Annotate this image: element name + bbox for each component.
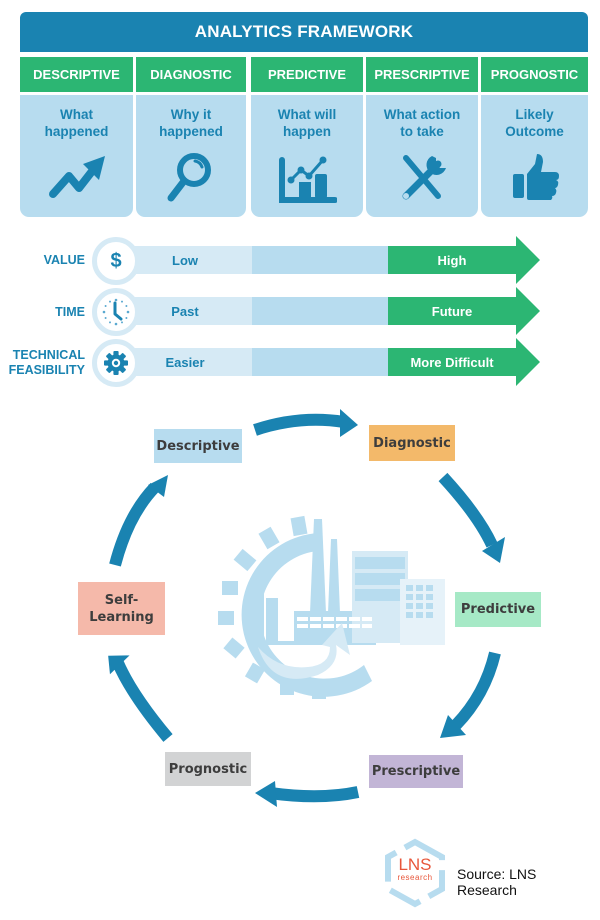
cycle-step-label: Descriptive	[156, 438, 240, 454]
tools-icon	[402, 155, 446, 200]
column-prognostic: PROGNOSTIC Likely Outcome	[481, 57, 588, 217]
cycle-step-label: Diagnostic	[373, 435, 451, 451]
cycle-arrow-descriptive-to-diagnostic	[253, 413, 345, 436]
lns-logo-text: LNS	[398, 855, 432, 874]
magnifier-icon	[167, 153, 211, 202]
column-line1: Likely	[515, 107, 554, 122]
column-title: DIAGNOSTIC	[136, 57, 246, 92]
scale-high-value: High	[437, 252, 467, 268]
column-body: Why it happened	[136, 95, 246, 217]
column-line2: happened	[44, 124, 109, 139]
column-diagnostic: DIAGNOSTIC Why it happened	[136, 57, 246, 217]
column-line2: happen	[282, 124, 331, 139]
dollar-glyph: $	[110, 249, 122, 272]
cycle-step-label: Prescriptive	[371, 764, 461, 779]
column-descriptive: DESCRIPTIVE What happened	[20, 57, 133, 217]
arrowhead	[255, 781, 277, 807]
column-line2: happened	[159, 124, 223, 139]
cycle-step-label-line2: Learning	[89, 609, 154, 625]
scale-mid-bar	[252, 246, 388, 274]
column-line1: Why it	[170, 107, 212, 122]
scale-label-feasibility: TECHNICAL FEASIBILITY	[3, 348, 85, 378]
column-prescriptive: PRESCRIPTIVE What action to take	[366, 57, 478, 217]
column-body: What will happen	[251, 95, 363, 217]
scale-high-time: Future	[431, 303, 473, 319]
column-body: What happened	[20, 95, 133, 217]
cycle-arrow-prognostic-to-self-learning	[112, 660, 173, 742]
source-credit: Source: LNS Research	[457, 866, 537, 898]
cycle-arrow-predictive-to-prescriptive	[451, 651, 501, 730]
cycle-step-label-line1: Self-	[104, 592, 139, 608]
arrowhead	[340, 409, 358, 437]
column-body: Likely Outcome	[481, 95, 588, 217]
scale-label-value: VALUE	[3, 253, 85, 268]
cycle-step-prescriptive: Prescriptive	[369, 755, 463, 788]
trend-up-arrow-icon	[48, 156, 105, 198]
scale-mid-bar	[252, 348, 388, 376]
scale-label-text: VALUE	[43, 253, 85, 267]
scale-label-line1: TECHNICAL	[12, 348, 85, 362]
cycle-arrow-diagnostic-to-predictive	[438, 472, 498, 548]
column-title: PROGNOSTIC	[481, 57, 588, 92]
column-body: What action to take	[366, 95, 478, 217]
column-line2: Outcome	[505, 124, 564, 139]
cycle-step-prognostic: Prognostic	[165, 752, 251, 786]
scale-mid-bar	[252, 297, 388, 325]
column-title: DESCRIPTIVE	[20, 57, 133, 92]
scale-label-line2: FEASIBILITY	[8, 363, 85, 377]
dollar-icon: $	[92, 237, 140, 285]
gear-icon	[92, 339, 140, 387]
cycle-step-predictive: Predictive	[455, 592, 541, 627]
column-line1: What action	[383, 107, 461, 122]
column-title: PREDICTIVE	[251, 57, 363, 92]
scale-label-time: TIME	[3, 305, 85, 320]
chart-icon	[279, 156, 337, 203]
cycle-step-label: Prognostic	[168, 761, 248, 777]
lns-logo-subtext: research	[397, 873, 433, 882]
scale-high-feasibility: More Difficult	[410, 354, 494, 370]
column-title: PRESCRIPTIVE	[366, 57, 478, 92]
column-line1: What will	[277, 107, 337, 122]
cycle-step-descriptive: Descriptive	[154, 429, 242, 463]
column-predictive: PREDICTIVE What will happen	[251, 57, 363, 217]
thumbs-up-icon	[512, 154, 559, 200]
framework-title: ANALYTICS FRAMEWORK	[20, 12, 588, 52]
cycle-arrow-prescriptive-to-prognostic	[269, 786, 360, 803]
column-line1: What	[60, 107, 93, 122]
clock-icon	[92, 288, 140, 336]
cycle-step-self-learning: Self- Learning	[78, 582, 165, 635]
scale-label-text: TIME	[55, 305, 85, 319]
cycle-step-diagnostic: Diagnostic	[369, 425, 455, 461]
cycle-step-label: Predictive	[460, 602, 536, 617]
cycle-arrow-self-learning-to-descriptive	[109, 482, 160, 567]
column-line2: to take	[400, 124, 444, 139]
